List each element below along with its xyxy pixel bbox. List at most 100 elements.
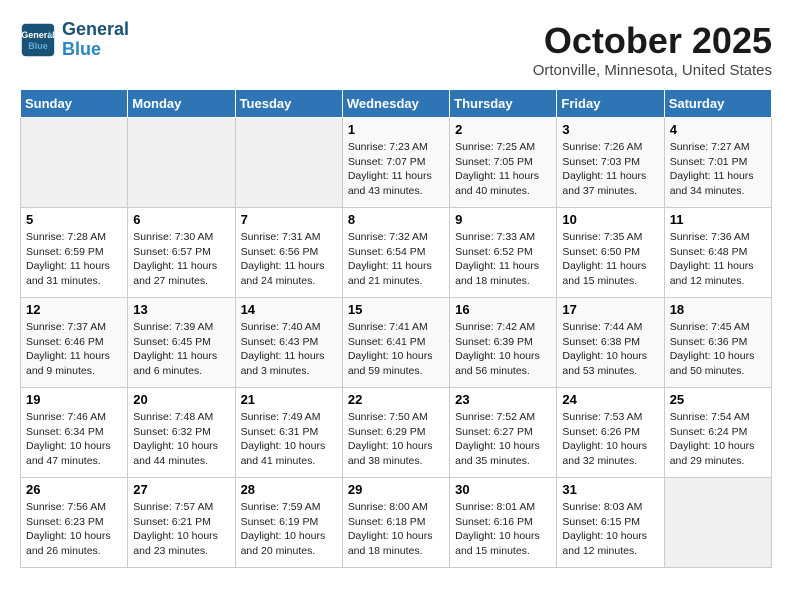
day-number: 2 bbox=[455, 122, 551, 137]
header-cell-thursday: Thursday bbox=[450, 90, 557, 118]
calendar-title-area: October 2025 Ortonville, Minnesota, Unit… bbox=[533, 20, 772, 79]
day-number: 8 bbox=[348, 212, 444, 227]
day-info: Sunrise: 7:44 AM Sunset: 6:38 PM Dayligh… bbox=[562, 320, 658, 379]
day-info: Sunrise: 7:57 AM Sunset: 6:21 PM Dayligh… bbox=[133, 500, 229, 559]
day-cell: 23Sunrise: 7:52 AM Sunset: 6:27 PM Dayli… bbox=[450, 388, 557, 478]
week-row-2: 5 Sunrise: 7:28 AM Sunset: 6:59 PM Daylig… bbox=[21, 208, 772, 298]
day-number: 30 bbox=[455, 482, 551, 497]
day-cell bbox=[664, 478, 771, 568]
day-number: 28 bbox=[241, 482, 337, 497]
week-row-5: 26 Sunrise: 7:56 AM Sunset: 6:23 PM Dayli… bbox=[21, 478, 772, 568]
day-number: 24 bbox=[562, 392, 658, 407]
day-info: Sunrise: 7:27 AM Sunset: 7:01 PM Dayligh… bbox=[670, 140, 766, 199]
day-number: 1 bbox=[348, 122, 444, 137]
day-cell: 3Sunrise: 7:26 AM Sunset: 7:03 PM Daylig… bbox=[557, 118, 664, 208]
week-row-3: 12 Sunrise: 7:37 AM Sunset: 6:46 PM Dayli… bbox=[21, 298, 772, 388]
day-info: Sunrise: 7:25 AM Sunset: 7:05 PM Dayligh… bbox=[455, 140, 551, 199]
day-cell bbox=[21, 118, 128, 208]
day-cell: 9Sunrise: 7:33 AM Sunset: 6:52 PM Daylig… bbox=[450, 208, 557, 298]
day-cell: 8 Sunrise: 7:32 AM Sunset: 6:54 PM Daylig… bbox=[342, 208, 449, 298]
day-info: Sunrise: 7:53 AM Sunset: 6:26 PM Dayligh… bbox=[562, 410, 658, 469]
day-number: 10 bbox=[562, 212, 658, 227]
day-number: 15 bbox=[348, 302, 444, 317]
day-cell: 22Sunrise: 7:50 AM Sunset: 6:29 PM Dayli… bbox=[342, 388, 449, 478]
day-info: Sunrise: 7:26 AM Sunset: 7:03 PM Dayligh… bbox=[562, 140, 658, 199]
logo-name: GeneralBlue bbox=[62, 20, 129, 60]
day-info: Sunrise: 7:56 AM Sunset: 6:23 PM Dayligh… bbox=[26, 500, 122, 559]
day-number: 26 bbox=[26, 482, 122, 497]
day-number: 22 bbox=[348, 392, 444, 407]
day-cell bbox=[128, 118, 235, 208]
day-number: 23 bbox=[455, 392, 551, 407]
day-cell: 31 Sunrise: 8:03 AM Sunset: 6:15 PM Dayli… bbox=[557, 478, 664, 568]
day-number: 16 bbox=[455, 302, 551, 317]
day-cell: 6 Sunrise: 7:30 AM Sunset: 6:57 PM Daylig… bbox=[128, 208, 235, 298]
day-number: 17 bbox=[562, 302, 658, 317]
day-cell: 26 Sunrise: 7:56 AM Sunset: 6:23 PM Dayli… bbox=[21, 478, 128, 568]
day-cell: 10Sunrise: 7:35 AM Sunset: 6:50 PM Dayli… bbox=[557, 208, 664, 298]
day-cell: 17 Sunrise: 7:44 AM Sunset: 6:38 PM Dayli… bbox=[557, 298, 664, 388]
day-cell: 4 Sunrise: 7:27 AM Sunset: 7:01 PM Daylig… bbox=[664, 118, 771, 208]
day-number: 6 bbox=[133, 212, 229, 227]
day-info: Sunrise: 7:32 AM Sunset: 6:54 PM Dayligh… bbox=[348, 230, 444, 289]
day-cell: 21Sunrise: 7:49 AM Sunset: 6:31 PM Dayli… bbox=[235, 388, 342, 478]
day-cell: 11Sunrise: 7:36 AM Sunset: 6:48 PM Dayli… bbox=[664, 208, 771, 298]
day-number: 14 bbox=[241, 302, 337, 317]
week-row-1: 1 Sunrise: 7:23 AM Sunset: 7:07 PM Daylig… bbox=[21, 118, 772, 208]
day-cell: 18 Sunrise: 7:45 AM Sunset: 6:36 PM Dayli… bbox=[664, 298, 771, 388]
header-cell-monday: Monday bbox=[128, 90, 235, 118]
day-cell: 12 Sunrise: 7:37 AM Sunset: 6:46 PM Dayli… bbox=[21, 298, 128, 388]
day-info: Sunrise: 7:42 AM Sunset: 6:39 PM Dayligh… bbox=[455, 320, 551, 379]
day-number: 27 bbox=[133, 482, 229, 497]
day-info: Sunrise: 7:37 AM Sunset: 6:46 PM Dayligh… bbox=[26, 320, 122, 379]
day-number: 4 bbox=[670, 122, 766, 137]
day-cell: 16 Sunrise: 7:42 AM Sunset: 6:39 PM Dayli… bbox=[450, 298, 557, 388]
day-info: Sunrise: 7:48 AM Sunset: 6:32 PM Dayligh… bbox=[133, 410, 229, 469]
week-row-4: 19Sunrise: 7:46 AM Sunset: 6:34 PM Dayli… bbox=[21, 388, 772, 478]
day-info: Sunrise: 8:00 AM Sunset: 6:18 PM Dayligh… bbox=[348, 500, 444, 559]
day-info: Sunrise: 7:59 AM Sunset: 6:19 PM Dayligh… bbox=[241, 500, 337, 559]
day-cell bbox=[235, 118, 342, 208]
day-number: 18 bbox=[670, 302, 766, 317]
day-info: Sunrise: 7:39 AM Sunset: 6:45 PM Dayligh… bbox=[133, 320, 229, 379]
header-cell-wednesday: Wednesday bbox=[342, 90, 449, 118]
day-cell: 30Sunrise: 8:01 AM Sunset: 6:16 PM Dayli… bbox=[450, 478, 557, 568]
header-cell-saturday: Saturday bbox=[664, 90, 771, 118]
day-number: 29 bbox=[348, 482, 444, 497]
header-cell-tuesday: Tuesday bbox=[235, 90, 342, 118]
day-info: Sunrise: 7:41 AM Sunset: 6:41 PM Dayligh… bbox=[348, 320, 444, 379]
day-cell: 2 Sunrise: 7:25 AM Sunset: 7:05 PM Daylig… bbox=[450, 118, 557, 208]
day-cell: 19Sunrise: 7:46 AM Sunset: 6:34 PM Dayli… bbox=[21, 388, 128, 478]
day-info: Sunrise: 7:33 AM Sunset: 6:52 PM Dayligh… bbox=[455, 230, 551, 289]
day-number: 31 bbox=[562, 482, 658, 497]
header-cell-friday: Friday bbox=[557, 90, 664, 118]
day-info: Sunrise: 7:40 AM Sunset: 6:43 PM Dayligh… bbox=[241, 320, 337, 379]
day-number: 21 bbox=[241, 392, 337, 407]
day-cell: 5 Sunrise: 7:28 AM Sunset: 6:59 PM Daylig… bbox=[21, 208, 128, 298]
day-info: Sunrise: 7:28 AM Sunset: 6:59 PM Dayligh… bbox=[26, 230, 122, 289]
day-number: 25 bbox=[670, 392, 766, 407]
day-info: Sunrise: 7:36 AM Sunset: 6:48 PM Dayligh… bbox=[670, 230, 766, 289]
day-info: Sunrise: 7:23 AM Sunset: 7:07 PM Dayligh… bbox=[348, 140, 444, 199]
calendar-title: October 2025 bbox=[533, 20, 772, 62]
day-number: 5 bbox=[26, 212, 122, 227]
day-info: Sunrise: 7:54 AM Sunset: 6:24 PM Dayligh… bbox=[670, 410, 766, 469]
day-cell: 7Sunrise: 7:31 AM Sunset: 6:56 PM Daylig… bbox=[235, 208, 342, 298]
day-info: Sunrise: 7:30 AM Sunset: 6:57 PM Dayligh… bbox=[133, 230, 229, 289]
day-number: 7 bbox=[241, 212, 337, 227]
svg-text:Blue: Blue bbox=[28, 41, 48, 51]
day-cell: 1 Sunrise: 7:23 AM Sunset: 7:07 PM Daylig… bbox=[342, 118, 449, 208]
day-cell: 25 Sunrise: 7:54 AM Sunset: 6:24 PM Dayli… bbox=[664, 388, 771, 478]
day-cell: 15 Sunrise: 7:41 AM Sunset: 6:41 PM Dayli… bbox=[342, 298, 449, 388]
day-cell: 20 Sunrise: 7:48 AM Sunset: 6:32 PM Dayli… bbox=[128, 388, 235, 478]
day-number: 20 bbox=[133, 392, 229, 407]
day-cell: 29 Sunrise: 8:00 AM Sunset: 6:18 PM Dayli… bbox=[342, 478, 449, 568]
day-number: 13 bbox=[133, 302, 229, 317]
day-cell: 13 Sunrise: 7:39 AM Sunset: 6:45 PM Dayli… bbox=[128, 298, 235, 388]
header-cell-sunday: Sunday bbox=[21, 90, 128, 118]
day-info: Sunrise: 7:45 AM Sunset: 6:36 PM Dayligh… bbox=[670, 320, 766, 379]
day-number: 12 bbox=[26, 302, 122, 317]
day-info: Sunrise: 8:03 AM Sunset: 6:15 PM Dayligh… bbox=[562, 500, 658, 559]
day-cell: 28 Sunrise: 7:59 AM Sunset: 6:19 PM Dayli… bbox=[235, 478, 342, 568]
calendar-subtitle: Ortonville, Minnesota, United States bbox=[533, 62, 772, 79]
